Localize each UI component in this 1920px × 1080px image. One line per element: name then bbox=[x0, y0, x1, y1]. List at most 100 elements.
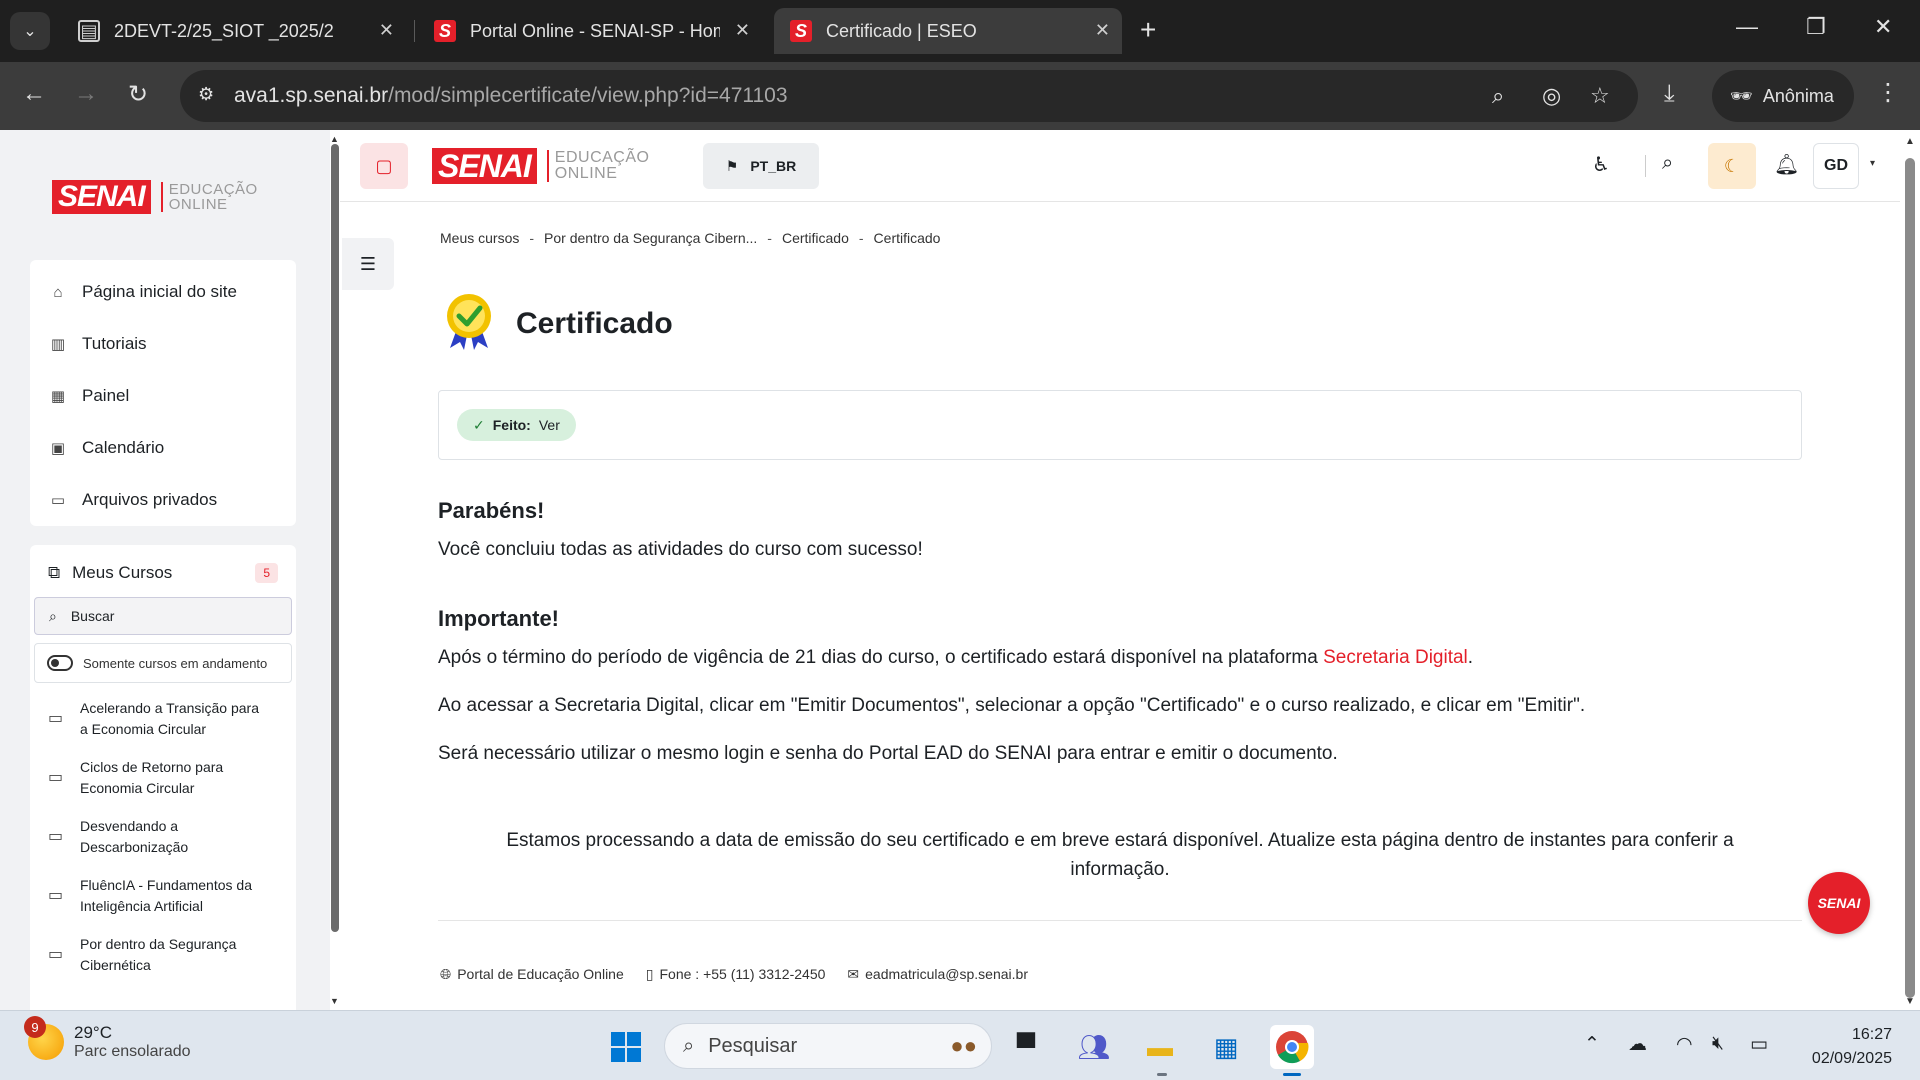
toggle-switch[interactable] bbox=[47, 655, 73, 671]
accessibility-icon[interactable]: ♿ bbox=[1592, 152, 1610, 177]
important-paragraph-1: Após o término do período de vigência de… bbox=[438, 646, 1802, 670]
paragraph-text: Após o término do período de vigência de… bbox=[438, 647, 1324, 668]
url-text[interactable]: ava1.sp.senai.br/mod/simplecertificate/v… bbox=[234, 84, 788, 108]
scroll-up-icon[interactable]: ▲ bbox=[1905, 136, 1915, 147]
zoom-icon[interactable]: ⌕ bbox=[1492, 83, 1504, 109]
file-explorer-icon[interactable]: ▬ bbox=[1138, 1025, 1182, 1069]
list-icon: ☰ bbox=[359, 253, 377, 274]
scroll-up-icon[interactable]: ▲ bbox=[330, 134, 339, 144]
reload-button[interactable]: ↻ bbox=[128, 80, 148, 109]
window-close-button[interactable]: ✕ bbox=[1874, 14, 1892, 40]
course-search-input[interactable]: ⌕ Buscar bbox=[34, 597, 292, 635]
browser-tab[interactable]: S Portal Online - SENAI-SP - Hom ✕ bbox=[418, 8, 762, 54]
course-item[interactable]: ▭ Desvendando a Descarbonização bbox=[30, 807, 296, 866]
browser-tab-active[interactable]: S Certificado | ESEO ✕ bbox=[774, 8, 1122, 54]
back-button[interactable]: ← bbox=[22, 80, 46, 108]
paragraph-text: . bbox=[1467, 647, 1474, 668]
breadcrumb-item[interactable]: Meus cursos bbox=[440, 230, 519, 246]
site-info-icon[interactable]: ⚙ bbox=[198, 84, 214, 105]
footer-email[interactable]: ✉ eadmatricula@sp.senai.br bbox=[847, 966, 1028, 983]
footer-portal[interactable]: 🌐︎ Portal de Educação Online bbox=[440, 966, 624, 983]
page-header: Certificado bbox=[438, 290, 673, 357]
search-icon[interactable]: ⌕ bbox=[1662, 152, 1673, 175]
download-icon[interactable]: ⤓ bbox=[1664, 80, 1675, 108]
close-icon[interactable]: ✕ bbox=[379, 20, 394, 41]
store-icon[interactable]: ▦ bbox=[1204, 1025, 1248, 1069]
breadcrumb-separator: - bbox=[858, 230, 864, 246]
nav-calendar[interactable]: ▣ Calendário bbox=[30, 422, 296, 474]
close-icon[interactable]: ✕ bbox=[1095, 20, 1110, 41]
new-tab-button[interactable]: + bbox=[1140, 14, 1156, 46]
drawer-scrollbar[interactable]: ▲ ▼ bbox=[330, 130, 340, 1010]
scroll-down-icon[interactable]: ▼ bbox=[1905, 996, 1915, 1007]
course-item[interactable]: ▭ Acelerando a Transição para a Economia C… bbox=[30, 689, 296, 748]
tab-label: Certificado | ESEO bbox=[826, 20, 977, 41]
teams-icon[interactable]: 👥︎ bbox=[1072, 1025, 1116, 1069]
chevron-up-icon[interactable]: ⌃ bbox=[1584, 1033, 1600, 1056]
task-view-icon[interactable]: ▀ bbox=[1004, 1025, 1048, 1069]
senai-logo[interactable]: SENAI EDUCAÇÃO ONLINE bbox=[432, 148, 649, 184]
nav-dashboard[interactable]: ▦ Painel bbox=[30, 370, 296, 422]
weather-widget[interactable]: 9 29°C Parc ensolarado bbox=[24, 1016, 191, 1061]
secretaria-digital-link[interactable]: Secretaria Digital bbox=[1323, 647, 1468, 668]
scrollbar-thumb[interactable] bbox=[331, 144, 339, 932]
taskbar-search[interactable]: ⌕ Pesquisar ●● bbox=[664, 1023, 992, 1069]
chrome-icon[interactable] bbox=[1270, 1025, 1314, 1069]
nav-label: Painel bbox=[82, 386, 130, 405]
course-index-button[interactable]: ☰ bbox=[342, 238, 394, 290]
course-line: Inteligência Artificial bbox=[80, 897, 203, 914]
in-progress-filter[interactable]: Somente cursos em andamento bbox=[34, 643, 292, 683]
course-item[interactable]: ▭ Ciclos de Retorno para Economia Circular bbox=[30, 748, 296, 807]
moon-icon: ☾ bbox=[1723, 155, 1741, 176]
certificate-content: Parabéns! Você concluiu todas as ativida… bbox=[438, 498, 1802, 790]
nav-home[interactable]: ⌂ Página inicial do site bbox=[30, 266, 296, 318]
chevron-down-icon[interactable]: ▾ bbox=[1870, 158, 1875, 169]
dark-mode-button[interactable]: ☾ bbox=[1708, 143, 1756, 189]
browser-menu-icon[interactable]: ⋮ bbox=[1876, 78, 1900, 107]
senai-floating-button[interactable]: SENAI bbox=[1808, 872, 1870, 934]
address-bar[interactable]: ⚙ ava1.sp.senai.br/mod/simplecertificate… bbox=[180, 70, 1638, 122]
page-viewport: SENAI EDUCAÇÃO ONLINE ⌂ Página inicial do … bbox=[0, 130, 1920, 1010]
scroll-down-icon[interactable]: ▼ bbox=[330, 996, 339, 1006]
star-icon[interactable]: ☆ bbox=[1590, 83, 1610, 109]
page-footer: 🌐︎ Portal de Educação Online ▯ Fone : +55 … bbox=[440, 966, 1028, 983]
divider bbox=[1645, 155, 1646, 177]
breadcrumb-item[interactable]: Certificado bbox=[782, 230, 849, 246]
main-nav-card: ⌂ Página inicial do site ▥ Tutoriais ▦ Pain… bbox=[30, 260, 296, 526]
close-icon[interactable]: ✕ bbox=[735, 20, 750, 41]
browser-tab[interactable]: ▤ 2DEVT-2/25_SIOT _2025/2 ✕ bbox=[62, 8, 406, 54]
eye-off-icon[interactable]: ◎ bbox=[1542, 83, 1561, 109]
notice-line: informação. bbox=[1070, 859, 1170, 880]
course-item[interactable]: ▭ FluêncIA - Fundamentos da Inteligência A… bbox=[30, 866, 296, 925]
my-courses-title: Meus Cursos bbox=[72, 563, 173, 582]
nav-private-files[interactable]: ▭ Arquivos privados bbox=[30, 474, 296, 526]
bell-icon[interactable]: 🔔︎ bbox=[1774, 152, 1799, 177]
course-item[interactable]: ▭ Por dentro da Segurança Cibernética bbox=[30, 925, 296, 984]
restore-button[interactable]: ❐ bbox=[1806, 14, 1826, 40]
drawer-toggle-button[interactable]: ▢ bbox=[360, 143, 408, 189]
clock[interactable]: 16:27 02/09/2025 bbox=[1798, 1023, 1892, 1071]
minimize-button[interactable]: — bbox=[1736, 14, 1758, 40]
tab-label: Portal Online - SENAI-SP - Hom bbox=[470, 20, 720, 41]
forward-button[interactable]: → bbox=[74, 80, 98, 108]
language-button[interactable]: ⚑ PT_BR bbox=[703, 143, 819, 189]
start-button[interactable] bbox=[604, 1025, 648, 1069]
book-icon: ▥ bbox=[50, 336, 66, 353]
logo-sub2: ONLINE bbox=[168, 196, 228, 213]
scrollbar-thumb[interactable] bbox=[1905, 158, 1915, 998]
tab-search-button[interactable]: ⌄ bbox=[10, 12, 50, 50]
cloud-icon[interactable]: ☁ bbox=[1628, 1033, 1647, 1056]
incognito-profile-button[interactable]: 🕶 Anônima bbox=[1712, 70, 1854, 122]
volume-muted-icon[interactable]: 🔇︎ bbox=[1712, 1033, 1724, 1055]
page-scrollbar[interactable]: ▲ ▼ bbox=[1900, 130, 1920, 1010]
breadcrumb-item[interactable]: Por dentro da Segurança Cibern... bbox=[544, 230, 757, 246]
nav-tutorials[interactable]: ▥ Tutoriais bbox=[30, 318, 296, 370]
user-avatar[interactable]: GD bbox=[1813, 143, 1859, 189]
battery-icon[interactable]: ▭ bbox=[1750, 1033, 1768, 1056]
course-line: FluêncIA - Fundamentos da bbox=[80, 876, 252, 893]
search-icon: ⌕ bbox=[683, 1034, 695, 1057]
wifi-icon[interactable]: ◠ bbox=[1676, 1033, 1693, 1056]
course-line: Cibernética bbox=[80, 956, 151, 973]
senai-logo[interactable]: SENAI EDUCAÇÃO ONLINE bbox=[52, 180, 258, 214]
breadcrumb-item[interactable]: Certificado bbox=[874, 230, 941, 246]
